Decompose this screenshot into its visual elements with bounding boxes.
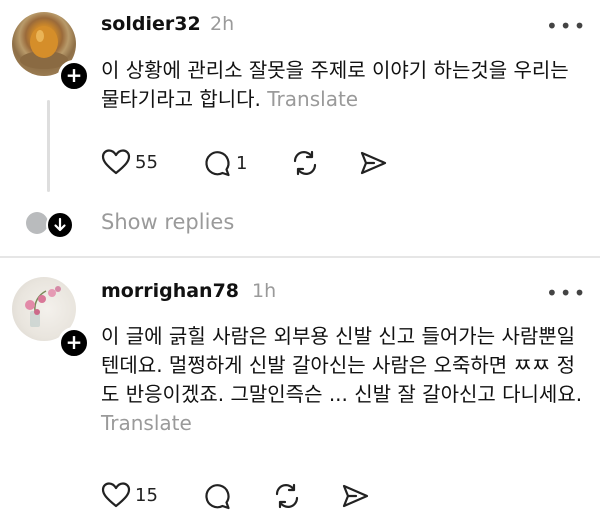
repost-button[interactable]	[290, 148, 320, 178]
heart-icon	[101, 482, 131, 508]
follow-plus-icon[interactable]: +	[58, 327, 90, 359]
like-button[interactable]: 55	[101, 148, 158, 176]
comment-button[interactable]: 1	[202, 148, 247, 178]
more-options-button[interactable]: •••	[546, 281, 587, 305]
repost-icon	[275, 483, 299, 509]
translate-link[interactable]: Translate	[101, 411, 192, 435]
timestamp: 1h	[252, 280, 277, 302]
show-replies-link[interactable]: Show replies	[101, 210, 234, 234]
divider	[0, 256, 600, 258]
expand-replies-icon[interactable]	[46, 211, 74, 239]
more-options-button[interactable]: •••	[546, 14, 587, 38]
reply-avatar	[26, 212, 48, 234]
post-text: 이 상황에 관리소 잘못을 주제로 이야기 하는것을 우리는 물타기라고 합니다…	[101, 56, 581, 114]
timestamp: 2h	[210, 13, 235, 35]
translate-link[interactable]: Translate	[267, 87, 358, 111]
follow-plus-icon[interactable]: +	[58, 60, 90, 92]
username[interactable]: morrighan78	[101, 280, 239, 302]
share-button[interactable]	[358, 148, 388, 178]
repost-button[interactable]	[272, 481, 302, 511]
post-text: 이 글에 긁힐 사람은 외부용 신발 신고 들어가는 사람뿐일텐데요. 멀쩡하게…	[101, 322, 583, 438]
username[interactable]: soldier32	[101, 13, 201, 35]
share-icon	[342, 484, 369, 508]
heart-icon	[101, 149, 131, 175]
share-button[interactable]	[340, 481, 370, 511]
share-icon	[360, 151, 387, 175]
like-count: 55	[135, 151, 158, 173]
like-count: 15	[135, 484, 158, 506]
post-body: 이 글에 긁힐 사람은 외부용 신발 신고 들어가는 사람뿐일텐데요. 멀쩡하게…	[101, 324, 583, 406]
reply-count: 1	[236, 152, 248, 174]
comment-button[interactable]	[202, 481, 232, 511]
comment-icon	[205, 151, 230, 177]
comment-icon	[205, 484, 230, 510]
like-button[interactable]: 15	[101, 481, 158, 509]
repost-icon	[293, 150, 317, 176]
thread-line	[47, 100, 50, 192]
